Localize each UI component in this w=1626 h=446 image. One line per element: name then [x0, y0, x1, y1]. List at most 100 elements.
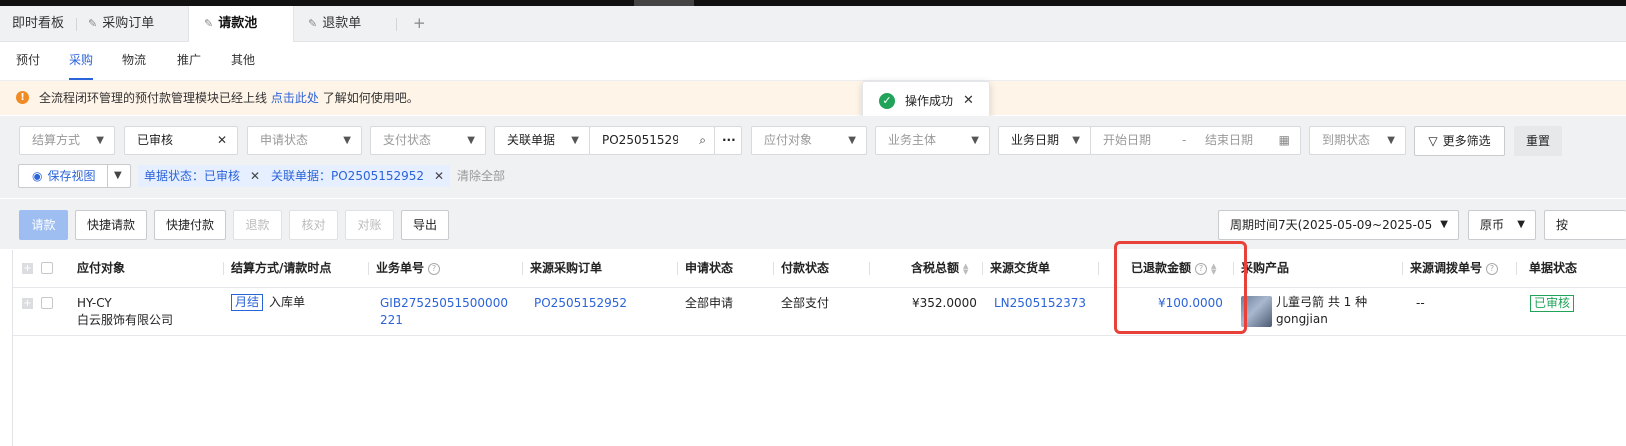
expand-all-icon[interactable]: +: [22, 263, 33, 274]
export-button[interactable]: 导出: [401, 210, 449, 240]
help-icon[interactable]: ?: [428, 262, 441, 275]
chevron-down-icon: ▼: [1387, 135, 1395, 146]
pay-status-select[interactable]: 支付状态 ▼: [370, 126, 486, 155]
due-status-placeholder: 到期状态: [1322, 133, 1371, 147]
biz-no-link[interactable]: GIB27525051500000: [380, 295, 508, 312]
col-biz-no[interactable]: 业务单号?: [376, 250, 441, 287]
pin-icon[interactable]: ✎: [308, 17, 317, 30]
col-total-label: 含税总额: [911, 261, 960, 275]
help-icon[interactable]: ?: [1486, 262, 1499, 275]
date-separator: -: [1182, 133, 1187, 147]
quick-pay-button[interactable]: 快捷付款: [154, 210, 226, 240]
column-divider[interactable]: [522, 262, 523, 275]
col-settlement[interactable]: 结算方式/请款时点: [231, 250, 331, 287]
related-doc-type-select[interactable]: 关联单据 ▼: [494, 126, 590, 155]
payee-code: HY-CY: [77, 296, 112, 310]
currency-value: 原币: [1480, 218, 1505, 232]
related-doc-input[interactable]: PO2505152952 ⌕: [589, 126, 715, 155]
pin-icon[interactable]: ✎: [204, 17, 213, 30]
add-tab-button[interactable]: +: [413, 6, 426, 41]
tab-purchase-orders[interactable]: ✎ 采购订单: [88, 6, 154, 41]
subnav-item-prepay[interactable]: 预付: [16, 42, 40, 80]
column-divider[interactable]: [1516, 262, 1517, 275]
subnav-item-purchase[interactable]: 采购: [69, 42, 94, 80]
col-transfer-no[interactable]: 来源调拨单号?: [1410, 250, 1499, 287]
doc-status-select[interactable]: 已审核 ✕: [124, 126, 238, 155]
close-icon[interactable]: ✕: [963, 82, 974, 120]
reconcile-button[interactable]: 对账: [345, 210, 394, 240]
column-divider[interactable]: [223, 262, 224, 275]
reset-button[interactable]: 重置: [1514, 126, 1562, 156]
col-pay-status[interactable]: 付款状态: [781, 250, 829, 287]
subnav-item-other[interactable]: 其他: [231, 42, 255, 80]
verify-button[interactable]: 核对: [289, 210, 338, 240]
subnav-item-promotion[interactable]: 推广: [177, 42, 201, 80]
currency-select[interactable]: 原币 ▼: [1468, 210, 1536, 240]
expand-row-icon[interactable]: +: [22, 298, 33, 309]
search-icon[interactable]: ⌕: [699, 127, 706, 154]
save-view-button[interactable]: ◉ 保存视图 ▼: [18, 164, 131, 188]
date-range-picker[interactable]: 开始日期 - 结束日期 ▦: [1090, 126, 1301, 155]
request-button[interactable]: 请款: [19, 210, 68, 240]
col-transfer-label: 来源调拨单号: [1410, 261, 1483, 275]
due-status-select[interactable]: 到期状态 ▼: [1309, 126, 1406, 155]
chevron-down-icon: ▼: [1517, 219, 1525, 230]
col-source-po[interactable]: 来源采购订单: [530, 250, 602, 287]
source-po-link[interactable]: PO2505152952: [534, 295, 627, 312]
doc-status-value: 已审核: [137, 133, 174, 147]
total-value: ¥352.0000: [912, 296, 977, 310]
pay-status-value: 全部支付: [781, 296, 830, 310]
col-payee[interactable]: 应付对象: [77, 250, 125, 287]
clear-all-link[interactable]: 清除全部: [457, 165, 505, 187]
apply-status-select[interactable]: 申请状态 ▼: [247, 126, 362, 155]
chevron-down-icon: ▼: [1072, 135, 1080, 146]
payee-select[interactable]: 应付对象 ▼: [751, 126, 867, 155]
sort-button[interactable]: 按: [1544, 210, 1626, 240]
select-all-checkbox[interactable]: [41, 262, 53, 274]
more-filters-button[interactable]: ▽ 更多筛选: [1414, 126, 1505, 156]
refund-button[interactable]: 退款: [233, 210, 282, 240]
column-divider[interactable]: [982, 262, 983, 275]
col-source-delivery[interactable]: 来源交货单: [990, 250, 1050, 287]
tab-dashboard[interactable]: 即时看板: [12, 6, 64, 41]
col-doc-status[interactable]: 单据状态: [1529, 250, 1626, 287]
row-checkbox[interactable]: [41, 297, 53, 309]
date-type-select[interactable]: 业务日期 ▼: [998, 126, 1091, 155]
tab-label: 请款池: [218, 16, 258, 31]
table-row[interactable]: + HY-CY 白云服饰有限公司 月结 入库单 GIB27525051500000…: [13, 288, 1626, 336]
col-total[interactable]: 含税总额 ▲ ▼: [911, 250, 968, 287]
period-select[interactable]: 周期时间7天(2025-05-09~2025-05 ▼: [1218, 210, 1459, 240]
entity-select[interactable]: 业务主体 ▼: [875, 126, 990, 155]
col-apply-status[interactable]: 申请状态: [685, 250, 733, 287]
more-options-button[interactable]: ···: [714, 126, 742, 155]
apply-status-placeholder: 申请状态: [260, 133, 309, 147]
tab-refund-orders[interactable]: ✎ 退款单: [308, 6, 361, 41]
chevron-down-icon[interactable]: ▼: [114, 165, 122, 187]
close-icon[interactable]: ✕: [434, 169, 444, 183]
close-icon[interactable]: ✕: [250, 169, 260, 183]
column-divider[interactable]: [677, 262, 678, 275]
subnav-item-logistics[interactable]: 物流: [122, 42, 146, 80]
source-delivery-link[interactable]: LN2505152373: [994, 295, 1086, 312]
notice-text: 全流程闭环管理的预付款管理模块已经上线 点击此处 了解如何使用吧。: [39, 81, 419, 115]
tab-bar: 即时看板 ✎ 采购订单 ✎ 请款池 ✎ 退款单 +: [0, 6, 1626, 42]
chevron-down-icon: ▼: [343, 135, 351, 146]
col-product[interactable]: 采购产品: [1241, 250, 1289, 287]
clear-icon[interactable]: ✕: [217, 127, 227, 154]
settlement-select[interactable]: 结算方式 ▼: [19, 126, 115, 155]
column-divider[interactable]: [1402, 262, 1403, 275]
notice-link[interactable]: 点击此处: [271, 91, 319, 105]
column-divider[interactable]: [869, 262, 870, 275]
column-divider[interactable]: [773, 262, 774, 275]
pin-icon[interactable]: ✎: [88, 17, 97, 30]
sort-icon[interactable]: ▲ ▼: [963, 262, 968, 275]
chevron-down-icon: ▼: [571, 135, 579, 146]
action-bar: 请款 快捷请款 快捷付款 退款 核对 对账 导出 周期时间7天(2025-05-…: [0, 199, 1626, 249]
chevron-down-icon: ▼: [848, 135, 856, 146]
settle-point: 入库单: [269, 295, 306, 309]
column-divider[interactable]: [368, 262, 369, 275]
tab-request-pool[interactable]: ✎ 请款池: [188, 6, 294, 42]
biz-no-link-cont[interactable]: 221: [380, 312, 403, 329]
quick-request-button[interactable]: 快捷请款: [75, 210, 147, 240]
column-divider[interactable]: [1098, 262, 1099, 275]
